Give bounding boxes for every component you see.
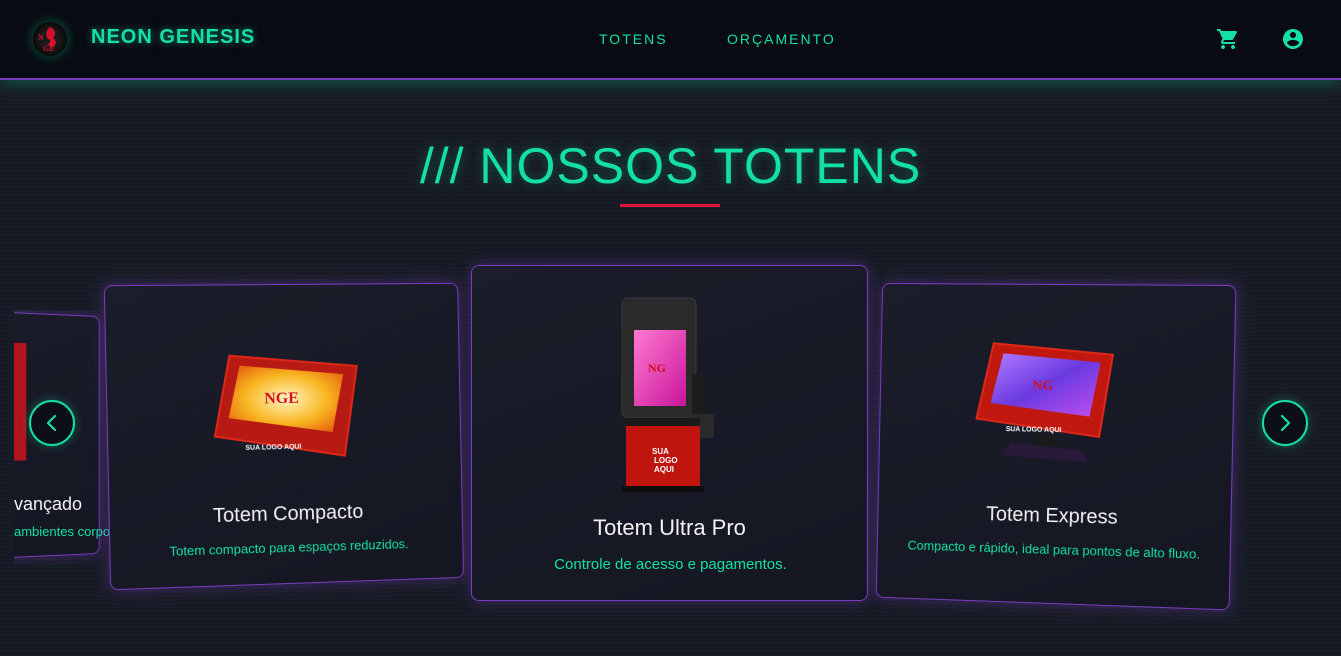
- nav-link-orcamento[interactable]: ORÇAMENTO: [727, 31, 836, 47]
- nav-link-totens[interactable]: TOTENS: [599, 31, 668, 47]
- totem-card-ultra-pro[interactable]: NG SUA LOGO AQUI Totem Ultra Pro Control…: [471, 265, 868, 601]
- totem-image-compacto: NGE SUA LOGO AQUI: [211, 344, 363, 467]
- brand-name[interactable]: NEON GENESIS: [91, 26, 255, 49]
- svg-text:NGE: NGE: [264, 390, 299, 408]
- section-header: /// NOSSOS TOTENS: [0, 137, 1341, 195]
- section-title: /// NOSSOS TOTENS: [419, 138, 922, 194]
- account-icon[interactable]: [1281, 27, 1305, 51]
- totem-card-compacto[interactable]: NGE SUA LOGO AQUI Totem Compacto Totem c…: [103, 282, 465, 591]
- svg-text:NG: NG: [1032, 378, 1053, 393]
- card-title-compacto: Totem Compacto: [212, 500, 364, 528]
- top-navbar: N GE NEON GENESIS TOTENS ORÇAMENTO: [0, 0, 1341, 80]
- card-desc-express: Compacto e rápido, ideal para pontos de …: [907, 537, 1201, 562]
- logo-placeholder-text-1: SUA: [652, 447, 669, 456]
- chevron-right-icon: [1280, 414, 1291, 432]
- logo-placeholder-text-3: AQUI: [654, 465, 674, 474]
- logo-placeholder-text: SUA LOGO AQUI: [245, 444, 301, 452]
- svg-text:NG: NG: [648, 361, 666, 375]
- card-desc-ultra-pro: Controle de acesso e pagamentos.: [554, 556, 787, 573]
- brand-logo-icon[interactable]: N GE: [33, 22, 67, 56]
- logo-placeholder-text-2: LOGO: [654, 456, 678, 465]
- svg-text:GE: GE: [43, 44, 55, 53]
- carousel-prev-button[interactable]: [29, 400, 75, 446]
- totem-image-express: NG SUA LOGO AQUI: [972, 339, 1124, 471]
- chevron-left-icon: [46, 414, 57, 432]
- totem-image-ultra-pro: NG SUA LOGO AQUI: [612, 294, 722, 494]
- card-desc-avancado: ambientes corpo: [14, 524, 111, 539]
- card-title-express: Totem Express: [985, 503, 1118, 529]
- totem-card-express[interactable]: NG SUA LOGO AQUI Totem Express Compacto …: [875, 282, 1237, 611]
- carousel-next-button[interactable]: [1262, 400, 1308, 446]
- card-title-avancado: vançado: [14, 494, 83, 514]
- card-desc-compacto: Totem compacto para espaços reduzidos.: [169, 536, 409, 559]
- card-title-ultra-pro: Totem Ultra Pro: [593, 515, 746, 540]
- totem-image-avancado: [14, 342, 27, 461]
- svg-text:N: N: [38, 33, 44, 42]
- title-underline: [620, 204, 720, 207]
- cart-icon[interactable]: [1216, 27, 1240, 51]
- logo-placeholder-text: SUA LOGO AQUI: [1006, 426, 1062, 434]
